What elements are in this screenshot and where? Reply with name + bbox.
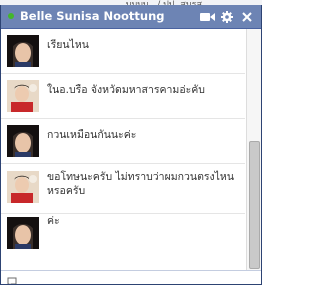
- scrollbar[interactable]: [246, 29, 261, 270]
- scrollbar-thumb[interactable]: [249, 141, 260, 269]
- message-text: ขอโทษนะครับ ไม่ทราบว่าผมกวนตรงไหนหรอครับ: [47, 171, 235, 197]
- message-list[interactable]: เรียนไหน ในอ.บรือ จังหวัดมหาสารคามอ่ะคับ: [1, 29, 245, 270]
- close-icon[interactable]: [241, 11, 253, 23]
- red-shirt-avatar[interactable]: [7, 171, 39, 203]
- chat-titlebar[interactable]: Belle Sunisa Noottung: [1, 5, 261, 29]
- dark-hair-avatar[interactable]: [7, 125, 39, 157]
- dark-hair-avatar[interactable]: [7, 217, 39, 249]
- message-text: ค่ะ: [47, 215, 60, 227]
- message-item: ขอโทษนะครับ ไม่ทราบว่าผมกวนตรงไหนหรอครับ: [1, 164, 245, 214]
- message-item: กวนเหมือนกันนะค่ะ: [1, 119, 245, 164]
- video-camera-icon[interactable]: [200, 11, 215, 23]
- chat-window: Belle Sunisa Noottung เรียนไหน ในอ.บรือ …: [0, 5, 262, 285]
- compose-icon[interactable]: [7, 272, 17, 284]
- message-text: กวนเหมือนกันนะค่ะ: [47, 129, 137, 141]
- message-text: เรียนไหน: [47, 39, 89, 51]
- gear-icon[interactable]: [221, 11, 233, 23]
- online-status-icon: [8, 13, 14, 19]
- message-item: ค่ะ: [1, 214, 245, 270]
- chat-title[interactable]: Belle Sunisa Noottung: [20, 9, 165, 23]
- message-item: ในอ.บรือ จังหวัดมหาสารคามอ่ะคับ: [1, 74, 245, 119]
- message-text: ในอ.บรือ จังหวัดมหาสารคามอ่ะคับ: [47, 84, 205, 96]
- red-shirt-avatar[interactable]: [7, 80, 39, 112]
- message-composer[interactable]: [1, 270, 261, 284]
- dark-hair-avatar[interactable]: [7, 35, 39, 67]
- message-item: เรียนไหน: [1, 29, 245, 74]
